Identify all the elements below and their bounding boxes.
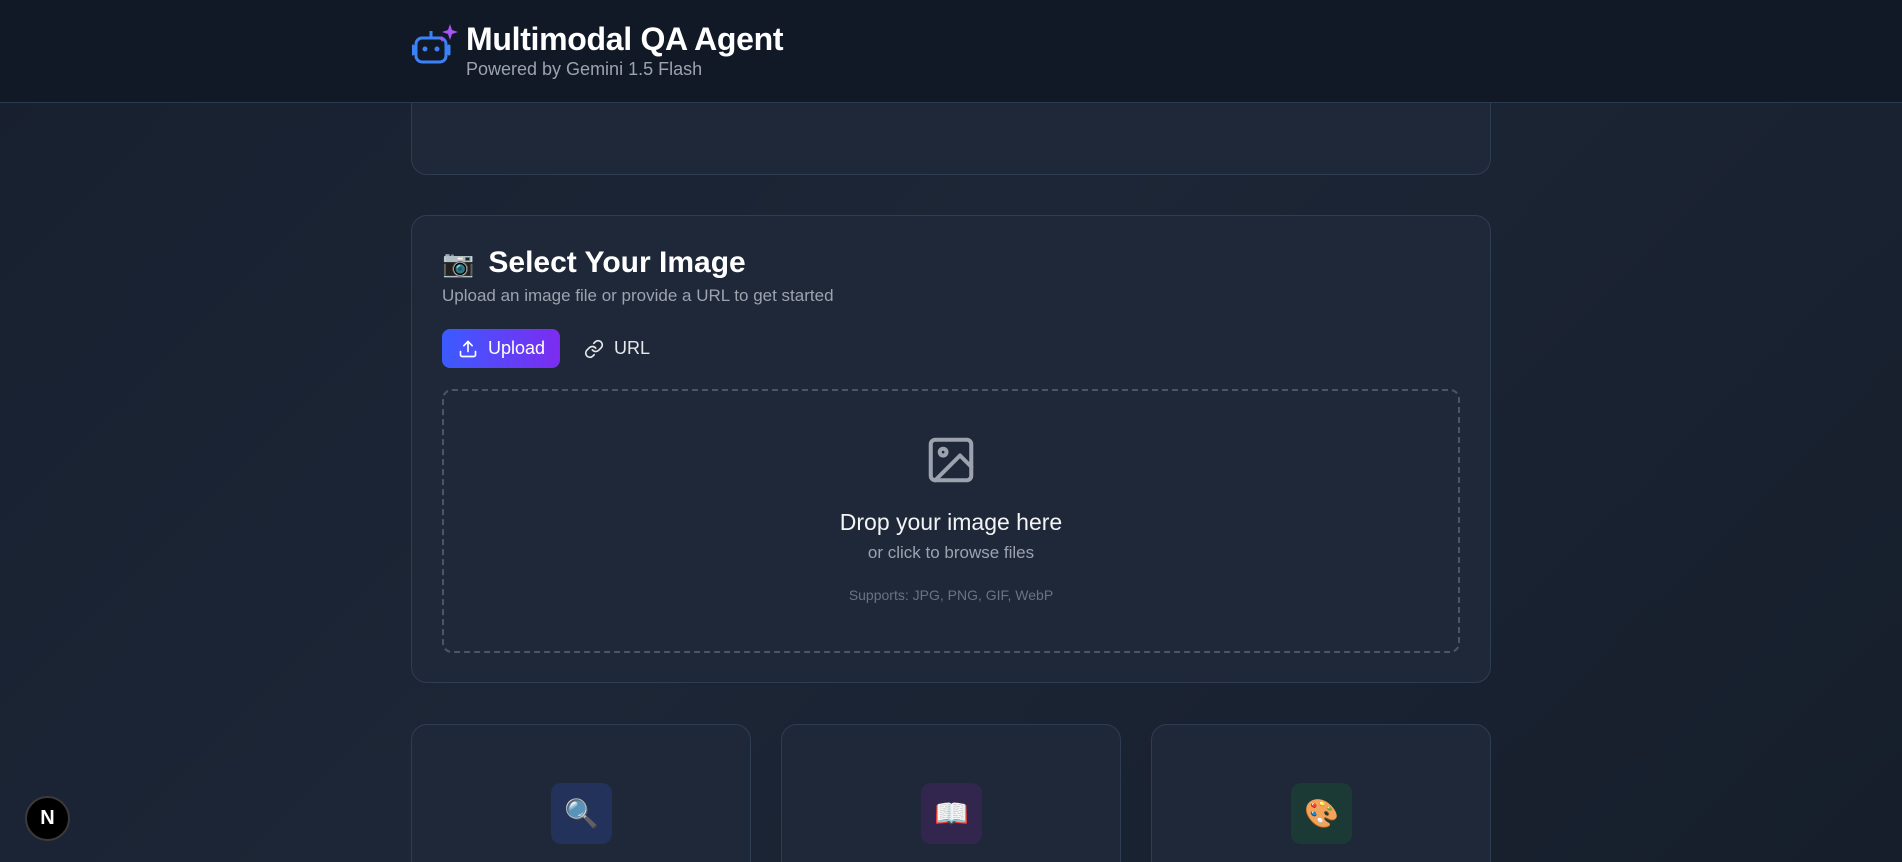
link-icon xyxy=(584,339,604,358)
open-book-icon: 📖 xyxy=(921,783,982,844)
palette-icon: 🎨 xyxy=(1291,783,1352,844)
app-title: Multimodal QA Agent xyxy=(466,21,784,57)
section-description: Upload an image file or provide a URL to… xyxy=(442,286,834,305)
tab-url[interactable]: URL xyxy=(568,329,666,368)
header-brand: Multimodal QA Agent Powered by Gemini 1.… xyxy=(412,20,784,80)
image-icon xyxy=(928,437,974,483)
robot-sparkle-icon xyxy=(412,24,458,64)
dropzone-title: Drop your image here xyxy=(839,509,1063,535)
magnifier-icon: 🔍 xyxy=(551,783,612,844)
dev-tools-badge[interactable]: N xyxy=(25,796,70,841)
feature-card-search: 🔍 xyxy=(411,724,751,862)
upload-icon xyxy=(459,340,477,357)
source-tabs: Upload URL xyxy=(442,329,666,368)
image-dropzone[interactable]: Drop your image here or click to browse … xyxy=(442,389,1460,653)
app-header: Multimodal QA Agent Powered by Gemini 1.… xyxy=(0,0,1902,103)
tab-url-label: URL xyxy=(614,338,651,358)
section-title: Select Your Image xyxy=(488,246,746,279)
dropzone-supported-formats: Supports: JPG, PNG, GIF, WebP xyxy=(848,587,1054,603)
tab-upload[interactable]: Upload xyxy=(442,329,561,368)
feature-card-book: 📖 xyxy=(781,724,1121,862)
app-subtitle: Powered by Gemini 1.5 Flash xyxy=(466,59,703,79)
image-select-card: 📷 Select Your Image Upload an image file… xyxy=(411,215,1491,683)
feature-card-palette: 🎨 xyxy=(1151,724,1491,862)
dropzone-subtitle: or click to browse files xyxy=(867,543,1035,562)
tab-upload-label: Upload xyxy=(488,338,546,358)
camera-icon: 📷 xyxy=(442,248,475,278)
section-header: 📷 Select Your Image xyxy=(442,246,746,280)
